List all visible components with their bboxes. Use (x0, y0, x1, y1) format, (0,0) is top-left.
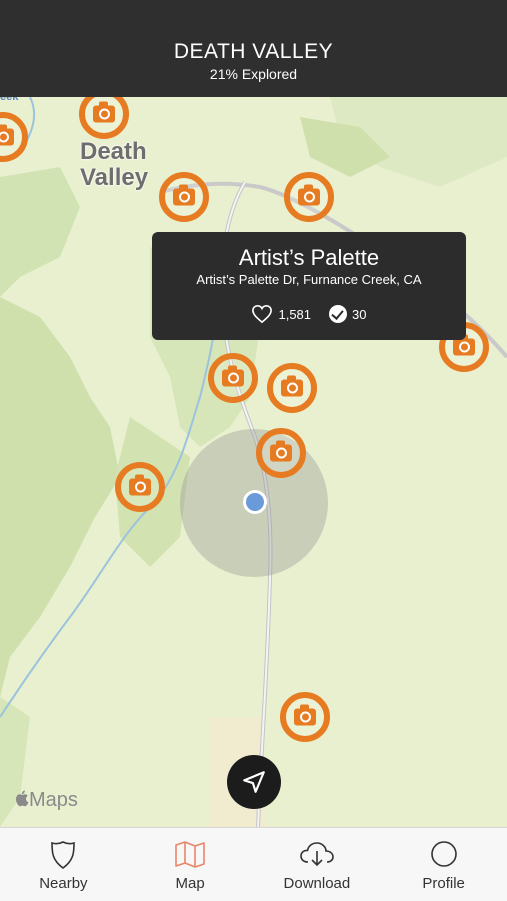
maps-attribution: Maps (14, 789, 78, 812)
camera-icon (453, 334, 475, 356)
map-icon (175, 841, 205, 868)
callout-title: Artist’s Palette (238, 245, 380, 270)
place-label-death-valley: Death Valley (80, 139, 148, 191)
tab-profile[interactable]: Profile (380, 828, 507, 901)
heart-icon (252, 304, 273, 324)
tab-label: Map (175, 875, 205, 892)
partial-map-label: eek (0, 97, 19, 103)
checkins-count: 30 (352, 306, 367, 322)
photo-spot-marker[interactable] (159, 172, 209, 222)
camera-icon (173, 184, 195, 206)
apple-logo-icon (15, 790, 29, 807)
page-title: DEATH VALLEY (173, 40, 334, 63)
profile-circle-icon (430, 841, 457, 867)
callout-address: Artist’s Palette Dr, Furnance Creek, CA (196, 272, 422, 287)
likes-count: 1,581 (278, 306, 312, 322)
explored-progress: 21% Explored (209, 66, 298, 82)
location-callout[interactable]: Artist’s Palette Artist’s Palette Dr, Fu… (152, 232, 466, 340)
user-location-dot (243, 490, 267, 514)
tab-label: Nearby (39, 875, 88, 892)
camera-icon (93, 101, 115, 123)
shield-icon (51, 841, 76, 869)
camera-icon (294, 704, 316, 726)
photo-spot-marker[interactable] (284, 172, 334, 222)
map-view[interactable]: Death Valley eek Artist’s Palette Artist… (0, 97, 507, 827)
checkins-stat[interactable]: 30 (329, 305, 367, 323)
tab-map[interactable]: Map (127, 828, 254, 901)
photo-spot-marker[interactable] (267, 363, 317, 413)
location-arrow-icon (243, 771, 265, 793)
photo-spot-marker[interactable] (208, 353, 258, 403)
place-label-line: Valley (80, 164, 149, 191)
locate-me-button[interactable] (227, 755, 281, 809)
camera-icon (270, 440, 292, 462)
camera-icon (129, 474, 151, 496)
camera-icon (0, 124, 14, 146)
camera-icon (298, 184, 320, 206)
likes-stat[interactable]: 1,581 (251, 304, 311, 324)
camera-icon (222, 365, 244, 387)
callout-stats: 1,581 30 (152, 304, 466, 324)
maps-attribution-text: Maps (29, 789, 78, 811)
tab-download[interactable]: Download (254, 828, 381, 901)
bottom-tab-bar: Nearby Map Download Profile (0, 827, 507, 901)
photo-spot-marker[interactable] (280, 692, 330, 742)
place-label-line: Death (80, 138, 147, 165)
tab-nearby[interactable]: Nearby (0, 828, 127, 901)
tab-label: Download (283, 875, 351, 892)
camera-icon (281, 375, 303, 397)
header-bar: DEATH VALLEY 21% Explored (0, 0, 507, 97)
photo-spot-marker[interactable] (256, 428, 306, 478)
photo-spot-marker[interactable] (115, 462, 165, 512)
checkmark-icon (329, 305, 348, 323)
tab-label: Profile (422, 875, 465, 892)
cloud-download-icon (300, 842, 334, 867)
